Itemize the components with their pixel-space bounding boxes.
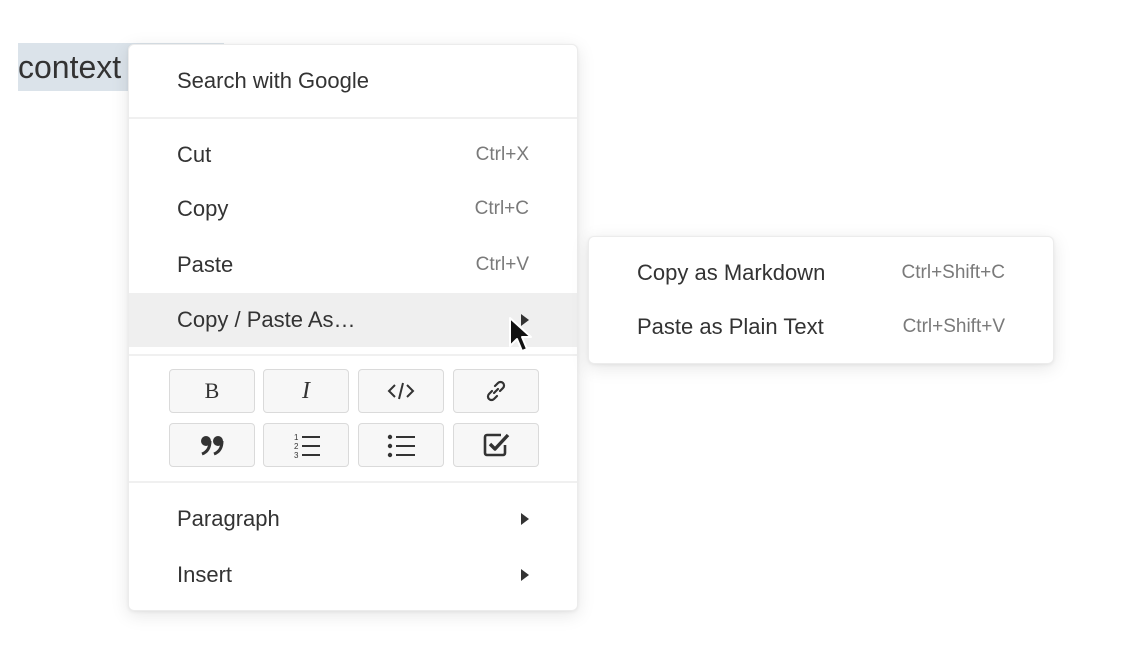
menu-divider [129, 481, 577, 483]
paragraph-label: Paragraph [177, 506, 280, 531]
bullet-list-button[interactable] [358, 423, 444, 467]
link-icon [486, 380, 506, 402]
paste-as-plain-text-item[interactable]: Paste as Plain Text Ctrl+Shift+V [589, 300, 1053, 354]
svg-text:1: 1 [294, 433, 299, 442]
insert-label: Insert [177, 562, 233, 587]
submenu-arrow-icon [521, 513, 529, 525]
svg-text:I: I [301, 379, 311, 403]
ordered-list-button[interactable]: 1 2 3 [263, 423, 349, 467]
copy-as-markdown-shortcut: Ctrl+Shift+C [901, 262, 1005, 283]
copy-as-markdown-item[interactable]: Copy as Markdown Ctrl+Shift+C [589, 246, 1053, 300]
quote-button[interactable] [169, 423, 255, 467]
editor-canvas: context Search with Google Cut Ctrl+X Co… [0, 0, 1138, 654]
code-button[interactable] [358, 369, 444, 413]
paragraph-item[interactable]: Paragraph [129, 492, 577, 546]
copy-item[interactable]: Copy Ctrl+C [129, 182, 577, 236]
link-button[interactable] [453, 369, 539, 413]
mouse-cursor-icon [509, 317, 532, 352]
svg-text:B: B [205, 379, 220, 403]
menu-divider [129, 117, 577, 119]
bold-icon: B [205, 379, 220, 403]
paste-item[interactable]: Paste Ctrl+V [129, 238, 577, 292]
ordered-list-icon: 1 2 3 [294, 433, 320, 459]
copy-shortcut: Ctrl+C [474, 198, 529, 219]
svg-text:2: 2 [294, 442, 299, 451]
cut-shortcut: Ctrl+X [475, 144, 529, 165]
paste-as-plain-text-label: Paste as Plain Text [637, 314, 824, 339]
copy-label: Copy [177, 196, 229, 221]
cut-label: Cut [177, 142, 212, 167]
italic-icon: I [301, 379, 311, 403]
insert-item[interactable]: Insert [129, 548, 577, 602]
copy-paste-as-label: Copy / Paste As… [177, 307, 356, 332]
paste-shortcut: Ctrl+V [475, 254, 529, 275]
italic-button[interactable]: I [263, 369, 349, 413]
code-icon [387, 382, 415, 400]
search-with-google-label: Search with Google [177, 68, 369, 93]
submenu-arrow-icon [521, 569, 529, 581]
svg-text:3: 3 [294, 451, 299, 459]
paste-label: Paste [177, 252, 234, 277]
quote-icon [201, 436, 224, 456]
cut-item[interactable]: Cut Ctrl+X [129, 128, 577, 182]
selected-text[interactable]: context [18, 49, 121, 86]
checkbox-icon [483, 433, 510, 457]
bullet-list-icon [387, 434, 415, 458]
task-list-button[interactable] [453, 423, 539, 467]
bold-button[interactable]: B [169, 369, 255, 413]
paste-as-plain-text-shortcut: Ctrl+Shift+V [902, 316, 1005, 337]
copy-paste-as-submenu: Copy as Markdown Ctrl+Shift+C Paste as P… [588, 236, 1054, 364]
search-with-google-item[interactable]: Search with Google [129, 54, 577, 108]
copy-as-markdown-label: Copy as Markdown [637, 260, 826, 285]
